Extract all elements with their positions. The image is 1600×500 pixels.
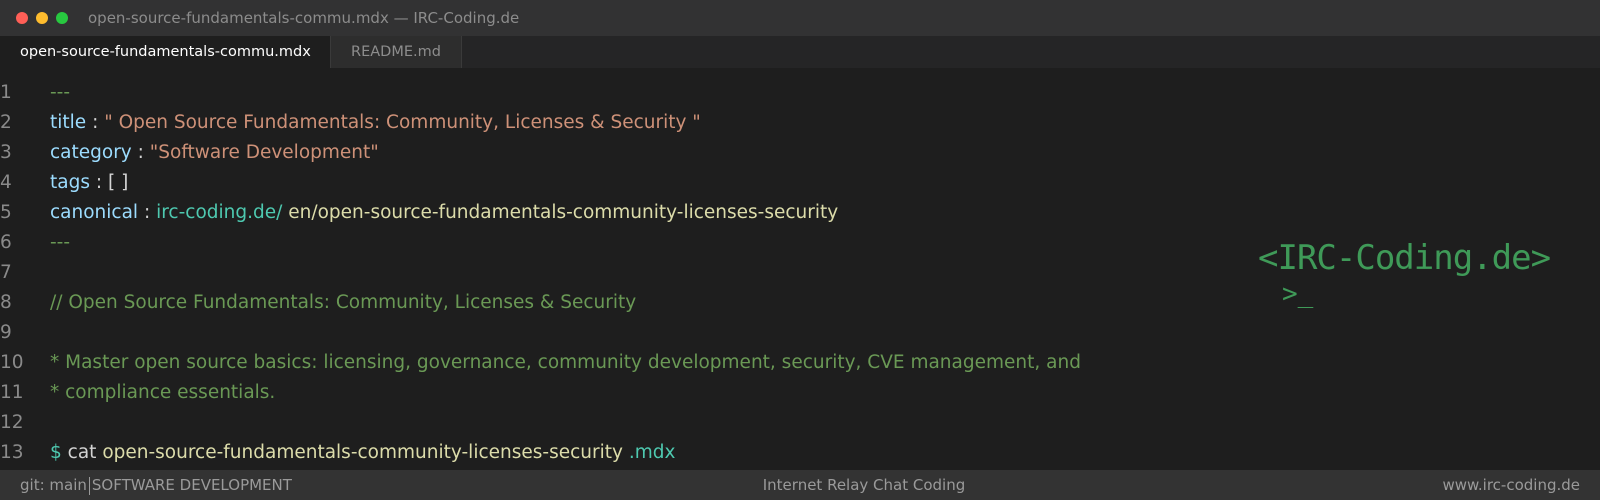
code-line: 12 <box>0 408 1200 438</box>
code-line: 2 title : " Open Source Fundamentals: Co… <box>0 108 1200 138</box>
code-line: 6 --- <box>0 228 1200 258</box>
status-bar: git: main SOFTWARE DEVELOPMENT Internet R… <box>0 470 1600 500</box>
line-number: 8 <box>0 292 12 313</box>
line-number: 2 <box>0 112 12 133</box>
minimize-window-button[interactable] <box>36 12 48 24</box>
category-key: category <box>50 142 132 163</box>
prompt-symbol: $ <box>50 442 62 463</box>
line-number: 3 <box>0 142 12 163</box>
command-file: open-source-fundamentals-community-licen… <box>102 442 623 463</box>
code-line: 7 <box>0 258 1200 288</box>
window-title: open-source-fundamentals-commu.mdx — IRC… <box>88 9 520 27</box>
title-key: title <box>50 112 87 133</box>
line-number: 1 <box>0 82 12 103</box>
code-line: 10 * Master open source basics: licensin… <box>0 348 1200 378</box>
colon: : <box>143 202 151 223</box>
colon: : <box>137 142 144 163</box>
title-bar: open-source-fundamentals-commu.mdx — IRC… <box>0 0 1600 36</box>
frontmatter-delimiter: --- <box>50 82 71 103</box>
status-website: www.irc-coding.de <box>1442 476 1580 494</box>
code-line: 5 canonical : irc-coding.de/ en/open-sou… <box>0 198 1200 228</box>
comment-heading: // Open Source Fundamentals: Community, … <box>50 292 637 313</box>
maximize-window-button[interactable] <box>56 12 68 24</box>
colon: : <box>92 112 99 133</box>
line-number: 5 <box>0 202 12 223</box>
line-number: 10 <box>0 352 24 373</box>
line-number: 11 <box>0 382 24 403</box>
canonical-domain: irc-coding.de/ <box>156 202 283 223</box>
description-line-2: * compliance essentials. <box>50 382 276 403</box>
line-number: 4 <box>0 172 12 193</box>
tab-open-source-fundamentals[interactable]: open-source-fundamentals-commu.mdx <box>0 36 331 68</box>
terminal-prompt-icon: >_ <box>1282 279 1314 309</box>
category-value: "Software Development" <box>149 142 379 163</box>
command-extension: .mdx <box>628 442 676 463</box>
line-number: 13 <box>0 442 24 463</box>
code-line: 3 category : "Software Development" <box>0 138 1200 168</box>
tags-key: tags <box>50 172 90 193</box>
tab-readme[interactable]: README.md <box>331 36 462 68</box>
title-value: " Open Source Fundamentals: Community, L… <box>104 112 701 133</box>
command: cat <box>67 442 97 463</box>
canonical-path: en/open-source-fundamentals-community-li… <box>288 202 839 223</box>
code-line: 8 // Open Source Fundamentals: Community… <box>0 288 1200 318</box>
line-number: 9 <box>0 322 12 343</box>
code-line: 4 tags : [ ] <box>0 168 1200 198</box>
description-line-1: * Master open source basics: licensing, … <box>50 352 1081 373</box>
irc-coding-logo: <IRC-Coding.de> <box>1258 238 1551 278</box>
canonical-key: canonical <box>50 202 139 223</box>
frontmatter-delimiter: --- <box>50 232 71 253</box>
code-line: 13 $ cat open-source-fundamentals-commun… <box>0 438 1200 468</box>
code-line: 11 * compliance essentials. <box>0 378 1200 408</box>
status-center-text: Internet Relay Chat Coding <box>762 476 966 494</box>
line-number: 6 <box>0 232 12 253</box>
tab-bar: open-source-fundamentals-commu.mdx READM… <box>0 36 1600 68</box>
code-line: 9 <box>0 318 1200 348</box>
colon: : <box>95 172 103 193</box>
line-number: 12 <box>0 412 24 433</box>
close-window-button[interactable] <box>16 12 28 24</box>
code-line: 1 --- <box>0 78 1200 108</box>
tags-value: [ ] <box>108 172 129 193</box>
editor-window: open-source-fundamentals-commu.mdx — IRC… <box>0 0 1600 500</box>
line-number: 7 <box>0 262 12 283</box>
